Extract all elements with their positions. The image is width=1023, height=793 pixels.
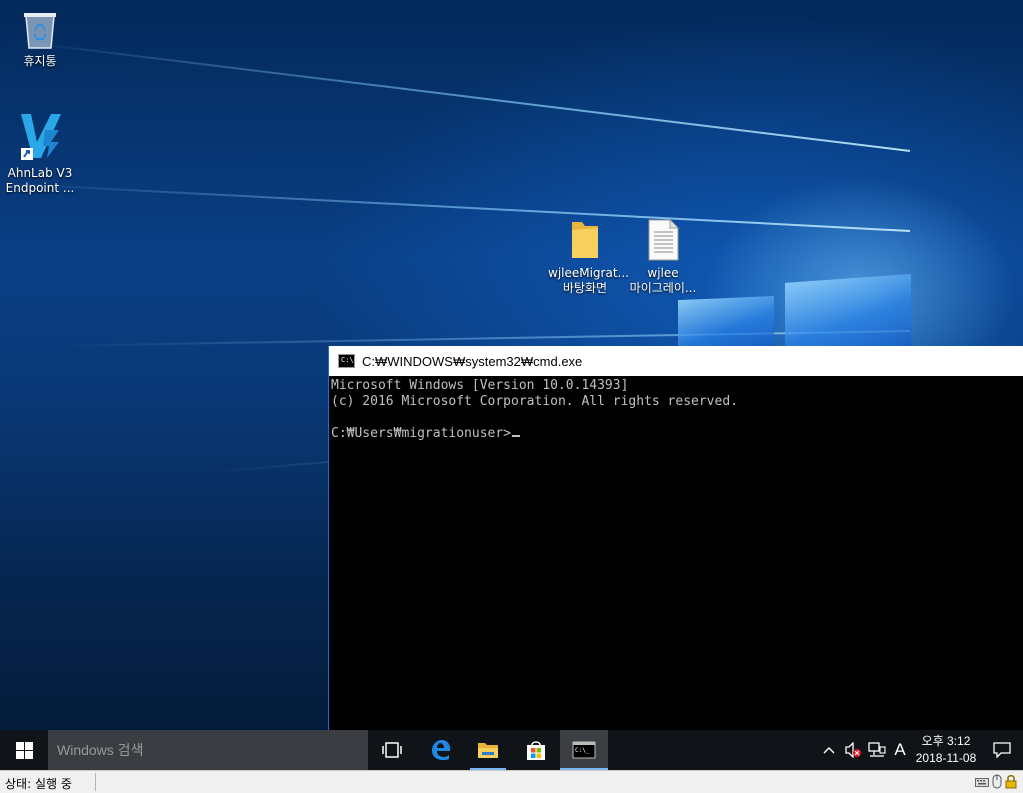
console-prompt: C:₩Users₩migrationuser> [331,426,512,441]
document-label-line1: wjlee [647,266,679,280]
keyboard-icon [975,777,989,787]
desktop-icon-migration-folder[interactable]: wjleeMigrat... 바탕화면 [548,218,629,296]
console-line: Microsoft Windows [Version 10.0.14393] [331,378,629,393]
status-divider [95,773,96,791]
taskbar-task-view[interactable] [368,730,416,770]
cmd-icon: C:\_ [572,741,596,759]
file-explorer-icon [478,743,498,758]
status-indicators [975,774,1017,789]
recycle-bin-label: 휴지통 [23,54,57,68]
network-button[interactable] [865,742,889,758]
notification-icon [993,742,1011,758]
console-cursor [512,435,521,437]
wallpaper-logo-pane [785,274,911,348]
system-tray: A 오후 3:12 2018-11-08 [817,730,1023,770]
recycle-bin-icon [22,10,58,50]
volume-muted-icon [845,742,861,758]
windows-logo-icon [15,741,33,759]
search-box[interactable]: Windows 검색 [48,730,368,770]
task-view-icon [382,742,402,758]
wallpaper-beam [6,39,911,152]
console-prompt-line: C:₩Users₩migrationuser> [331,426,1023,442]
edge-icon [432,740,450,760]
wallpaper-beam [1,182,911,232]
folder-label-line1: wjleeMigrat... [548,266,629,280]
cmd-titlebar[interactable]: C:\ C:₩WINDOWS₩system32₩cmd.exe [329,346,1023,376]
mouse-icon [992,774,1002,789]
vm-status-text: 상태: 실행 중 [5,777,72,791]
clock-date: 2018-11-08 [915,751,977,765]
chevron-up-icon [823,747,835,754]
lock-icon [1005,775,1017,789]
ahnlab-v3-icon [15,112,65,162]
taskbar: Windows 검색 C:\_ A 오후 3:12 2018-11-08 [0,730,1023,770]
desktop-icon-wjlee-document[interactable]: wjlee 마이그레이... [626,218,700,296]
desktop: 휴지통 AhnLab V3 Endpoint ... wjleeMigrat..… [0,0,1023,730]
clock[interactable]: 오후 3:12 2018-11-08 [911,733,981,767]
show-hidden-icons-button[interactable] [817,746,841,754]
network-icon [868,742,886,757]
start-button[interactable] [0,730,48,770]
folder-icon [568,218,602,262]
wallpaper-beam [60,330,911,347]
cmd-window-title: C:₩WINDOWS₩system32₩cmd.exe [362,353,583,369]
vm-status-bar: 상태: 실행 중 [0,770,1023,793]
svg-text:C:\_: C:\_ [575,747,590,754]
store-icon [527,741,545,760]
ahnlab-label-line2: Endpoint ... [5,181,75,195]
document-label-line2: 마이그레이... [629,281,697,295]
cmd-window-icon: C:\ [338,354,355,368]
wallpaper-logo-pane [678,296,774,348]
search-placeholder: Windows 검색 [57,742,144,758]
desktop-icon-ahnlab[interactable]: AhnLab V3 Endpoint ... [3,112,77,196]
taskbar-file-explorer[interactable] [464,730,512,770]
console-output[interactable]: Microsoft Windows [Version 10.0.14393] (c… [329,376,1023,442]
ahnlab-label-line1: AhnLab V3 [7,166,73,180]
taskbar-edge[interactable] [416,730,464,770]
clock-time: 오후 3:12 [921,734,971,748]
input-method-indicator[interactable]: A [889,740,911,760]
taskbar-cmd[interactable]: C:\_ [560,730,608,770]
volume-button[interactable] [841,742,865,758]
desktop-icon-recycle-bin[interactable]: 휴지통 [3,10,77,69]
taskbar-store[interactable] [512,730,560,770]
action-center-button[interactable] [981,742,1023,758]
cmd-window[interactable]: C:\ C:₩WINDOWS₩system32₩cmd.exe Microsof… [328,346,1023,730]
folder-label-line2: 바탕화면 [562,281,608,295]
console-line: (c) 2016 Microsoft Corporation. All righ… [331,394,738,409]
text-document-icon [646,218,680,262]
